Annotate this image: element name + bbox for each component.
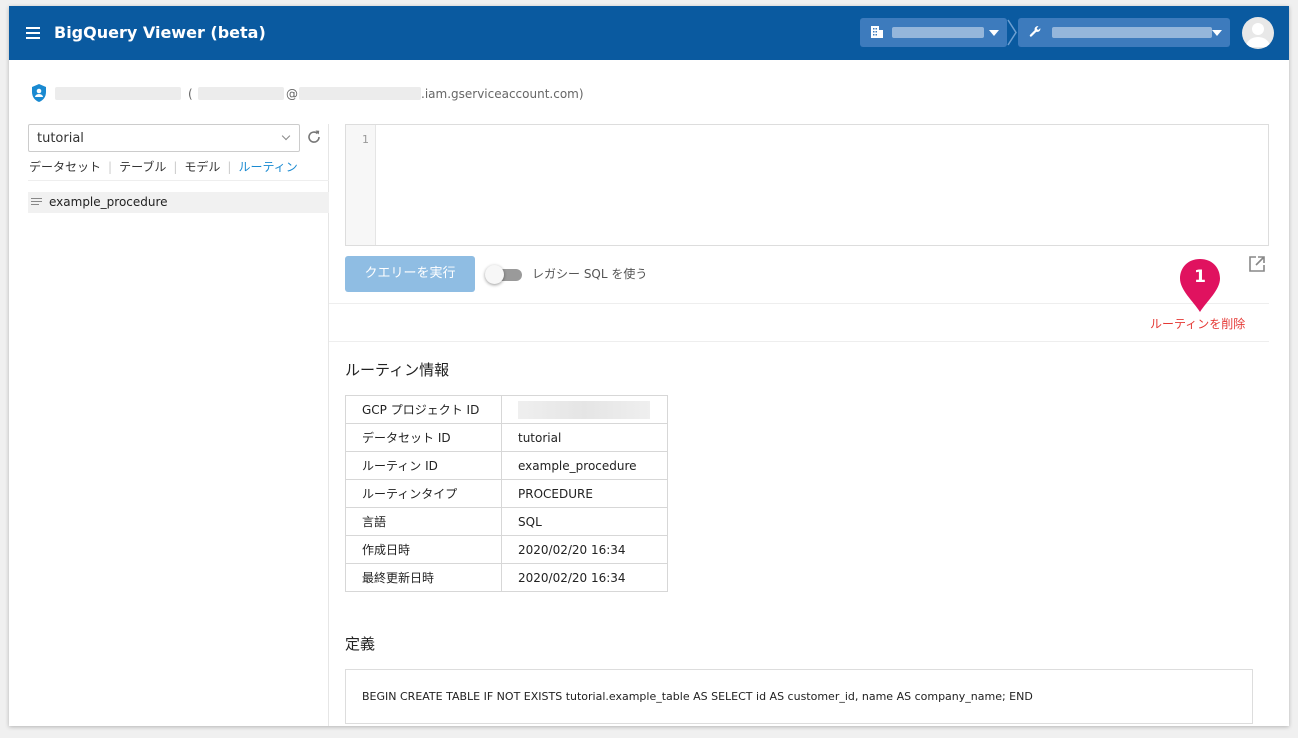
info-key: GCP プロジェクト ID [345, 395, 502, 424]
refresh-icon[interactable] [305, 128, 323, 146]
app-header: BigQuery Viewer (beta) [9, 6, 1289, 60]
wrench-icon [1029, 26, 1041, 37]
tab-separator: | [227, 160, 232, 174]
routine-info-table: GCP プロジェクト ID データセット ID tutorial ルーティン I… [345, 395, 668, 592]
person-icon [1246, 23, 1270, 47]
info-value: PROCEDURE [501, 479, 668, 508]
building-icon [871, 26, 883, 38]
info-value: 2020/02/20 16:34 [501, 563, 668, 592]
definition-title: 定義 [345, 635, 376, 653]
organization-picker[interactable] [860, 18, 1007, 47]
account-domain: .iam.gserviceaccount.com) [421, 87, 584, 101]
chevron-down-icon [281, 131, 291, 141]
callout-marker: 1 [1176, 257, 1224, 315]
resource-tabs: データセット | テーブル | モデル | ルーティン [29, 158, 298, 175]
account-name-redacted [55, 87, 181, 100]
definition-box: BEGIN CREATE TABLE IF NOT EXISTS tutoria… [345, 669, 1253, 724]
info-value: 2020/02/20 16:34 [501, 535, 668, 564]
dataset-select[interactable]: tutorial [28, 124, 300, 152]
table-row: 言語 SQL [345, 507, 668, 536]
definition-body: BEGIN CREATE TABLE IF NOT EXISTS tutoria… [362, 690, 1033, 703]
tab-separator: | [173, 160, 178, 174]
project-name-redacted [1052, 27, 1212, 38]
tab-routines[interactable]: ルーティン [238, 160, 297, 174]
hamburger-menu-icon[interactable] [26, 27, 40, 39]
info-value: tutorial [501, 423, 668, 452]
tab-models[interactable]: モデル [184, 160, 220, 174]
info-key: データセット ID [345, 423, 502, 452]
info-key: 作成日時 [345, 535, 502, 564]
line-number: 1 [362, 133, 369, 146]
toggle-knob [485, 265, 504, 284]
table-row: GCP プロジェクト ID [345, 395, 668, 424]
legacy-sql-toggle[interactable] [483, 264, 525, 284]
tab-datasets[interactable]: データセット [29, 160, 101, 174]
dataset-select-value: tutorial [37, 131, 84, 146]
routine-list-item-label: example_procedure [49, 195, 168, 209]
chevron-down-icon [989, 30, 999, 36]
app-title: BigQuery Viewer (beta) [54, 23, 266, 42]
run-query-button[interactable]: クエリーを実行 [345, 256, 475, 292]
app-window: BigQuery Viewer (beta) (@ .iam.gservice… [9, 6, 1289, 726]
breadcrumb-chevron-icon [1007, 19, 1017, 46]
organization-name-redacted [892, 27, 984, 38]
project-id-redacted [518, 400, 650, 419]
resource-sidebar: tutorial データセット | テーブル | モデル | ルーティン example_p… [9, 124, 329, 726]
routine-info-title: ルーティン情報 [345, 361, 450, 379]
account-at-sign: @ [286, 87, 298, 101]
table-row: 作成日時 2020/02/20 16:34 [345, 535, 668, 564]
info-key: ルーティン ID [345, 451, 502, 480]
table-row: 最終更新日時 2020/02/20 16:34 [345, 563, 668, 592]
legacy-sql-label: レガシー SQL を使う [532, 267, 648, 281]
table-row: ルーティンタイプ PROCEDURE [345, 479, 668, 508]
verified-user-icon [32, 84, 46, 102]
table-row: データセット ID tutorial [345, 423, 668, 452]
info-value: example_procedure [501, 451, 668, 480]
account-project-redacted [299, 87, 421, 100]
divider [329, 341, 1269, 342]
callout-number: 1 [1194, 267, 1206, 287]
editor-gutter: 1 [346, 125, 376, 245]
open-in-new-icon[interactable] [1247, 254, 1267, 274]
chevron-down-icon [1212, 30, 1222, 36]
info-value-project-id [501, 395, 668, 424]
routine-list-item[interactable]: example_procedure [28, 192, 329, 213]
project-picker[interactable] [1018, 18, 1230, 47]
routine-icon [31, 198, 42, 207]
info-key: 言語 [345, 507, 502, 536]
tab-separator: | [108, 160, 113, 174]
tab-tables[interactable]: テーブル [119, 160, 166, 174]
info-key: ルーティンタイプ [345, 479, 502, 508]
query-editor[interactable]: 1 [345, 124, 1269, 246]
table-row: ルーティン ID example_procedure [345, 451, 668, 480]
divider [28, 180, 329, 181]
account-open-paren: ( [188, 87, 193, 101]
delete-routine-link[interactable]: ルーティンを削除 [1150, 315, 1245, 332]
user-avatar[interactable] [1242, 17, 1274, 49]
account-user-redacted [198, 87, 284, 100]
info-value: SQL [501, 507, 668, 536]
info-key: 最終更新日時 [345, 563, 502, 592]
divider [329, 303, 1269, 304]
